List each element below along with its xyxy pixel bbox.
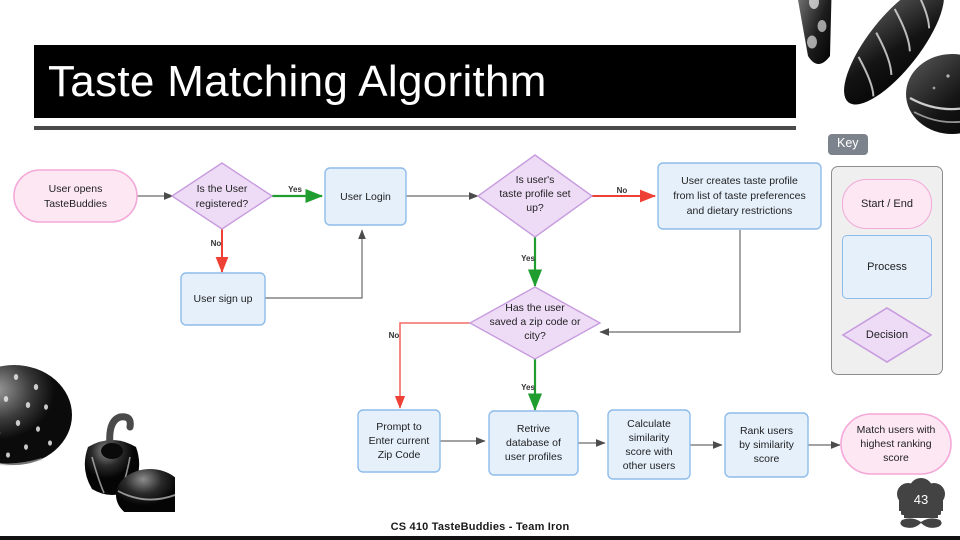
flow-node-create-taste-profile-line-2: and dietary restrictions [687, 205, 793, 217]
page-number-label: 43 [913, 492, 929, 507]
flow-node-calculate-similarity-line-2: score with [625, 446, 672, 458]
key-item-process-label: Process [867, 261, 907, 273]
flow-node-create-taste-profile-line-1: from list of taste preferences [673, 190, 805, 202]
flow-node-retrieve-db-line-1: database of [506, 437, 561, 449]
flow-node-retrieve-db[interactable]: Retrive database of user profiles [488, 410, 579, 476]
flow-node-user-login-line-0: User Login [340, 191, 391, 203]
key-badge-label: Key [828, 134, 868, 155]
flow-node-user-login[interactable]: User Login [324, 167, 407, 226]
flow-node-calculate-similarity-line-0: Calculate [627, 418, 671, 430]
flow-node-user-sign-up-line-0: User sign up [194, 293, 253, 305]
flow-node-taste-profile-set-line-0: Is user's [516, 174, 555, 186]
edge-label-registered-yes: Yes [288, 185, 302, 194]
flow-node-create-taste-profile-line-0: User creates taste profile [681, 175, 798, 187]
flow-node-prompt-zip-line-2: Zip Code [378, 449, 421, 461]
flow-node-match-users[interactable]: Match users with highest ranking score [840, 413, 952, 475]
flow-node-is-registered-line-0: Is the User [197, 183, 248, 195]
flowchart-diagram: Yes No No Yes No Yes User opens TasteBud… [13, 154, 952, 480]
footer-rule [0, 536, 960, 540]
page-number-text: 43 [892, 478, 906, 481]
slide-footer-text: CS 410 TasteBuddies - Team Iron [390, 521, 570, 533]
edge-label-zip-no: No [389, 331, 400, 340]
flow-node-taste-profile-set-line-1: taste profile set [499, 188, 570, 200]
key-item-decision: Decision [841, 306, 933, 364]
flow-node-rank-users-line-2: score [754, 453, 780, 465]
edge-label-zip-yes: Yes [521, 383, 535, 392]
edge-create-profile-to-zip [599, 230, 741, 336]
flow-node-rank-users[interactable]: Rank users by similarity score [724, 412, 809, 478]
flow-node-retrieve-db-line-0: Retrive [517, 423, 550, 435]
edge-label-registered-no: No [211, 239, 222, 248]
flow-node-start-line-1: TasteBuddies [44, 198, 107, 210]
flow-node-calculate-similarity[interactable]: Calculate similarity score with other us… [607, 409, 691, 480]
flow-node-rank-users-line-1: by similarity [739, 439, 795, 451]
edge-label-profile-no: No [617, 186, 628, 195]
flow-node-has-zip-line-2: city? [524, 330, 546, 342]
slide-canvas: Taste Matching Algorithm Yes No No Yes N… [0, 0, 960, 540]
flow-node-calculate-similarity-line-1: similarity [629, 432, 671, 444]
flow-node-is-registered-line-1: registered? [196, 198, 249, 210]
flow-node-calculate-similarity-line-3: other users [623, 460, 676, 472]
flow-node-retrieve-db-line-2: user profiles [505, 451, 562, 463]
flow-node-is-registered[interactable]: Is the User registered? [170, 162, 274, 230]
flow-node-has-zip-line-1: saved a zip code or [489, 316, 581, 328]
key-item-start-end-label: Start / End [861, 198, 913, 210]
flow-node-prompt-zip-line-0: Prompt to [376, 421, 422, 433]
key-item-start-end: Start / End [842, 179, 932, 229]
flow-node-match-users-line-0: Match users with [857, 424, 936, 436]
flow-node-create-taste-profile[interactable]: User creates taste profile from list of … [657, 162, 822, 230]
flow-node-taste-profile-set-line-2: up? [526, 202, 544, 214]
flow-node-rank-users-line-0: Rank users [740, 425, 793, 437]
flow-node-start-line-0: User opens [49, 183, 103, 195]
flow-node-start[interactable]: User opens TasteBuddies [13, 169, 138, 223]
edge-signup-to-login [265, 229, 366, 299]
flow-node-match-users-line-2: score [883, 452, 909, 464]
flow-node-user-sign-up[interactable]: User sign up [180, 272, 266, 326]
flow-node-prompt-zip[interactable]: Prompt to Enter current Zip Code [357, 409, 441, 473]
edge-label-profile-yes: Yes [521, 254, 535, 263]
flow-node-match-users-line-1: highest ranking [860, 438, 931, 450]
flow-node-taste-profile-set[interactable]: Is user's taste profile set up? [476, 154, 594, 238]
key-legend-panel: Start / End Process Decision [831, 166, 943, 375]
edge-zip-no [394, 322, 470, 409]
flow-node-prompt-zip-line-1: Enter current [369, 435, 430, 447]
page-number-badge: 43 43 [892, 466, 950, 534]
flow-node-has-zip-line-0: Has the user [505, 302, 565, 314]
key-item-process: Process [842, 235, 932, 299]
key-item-decision-label: Decision [865, 329, 909, 341]
flow-node-has-zip[interactable]: Has the user saved a zip code or city? [468, 286, 602, 360]
